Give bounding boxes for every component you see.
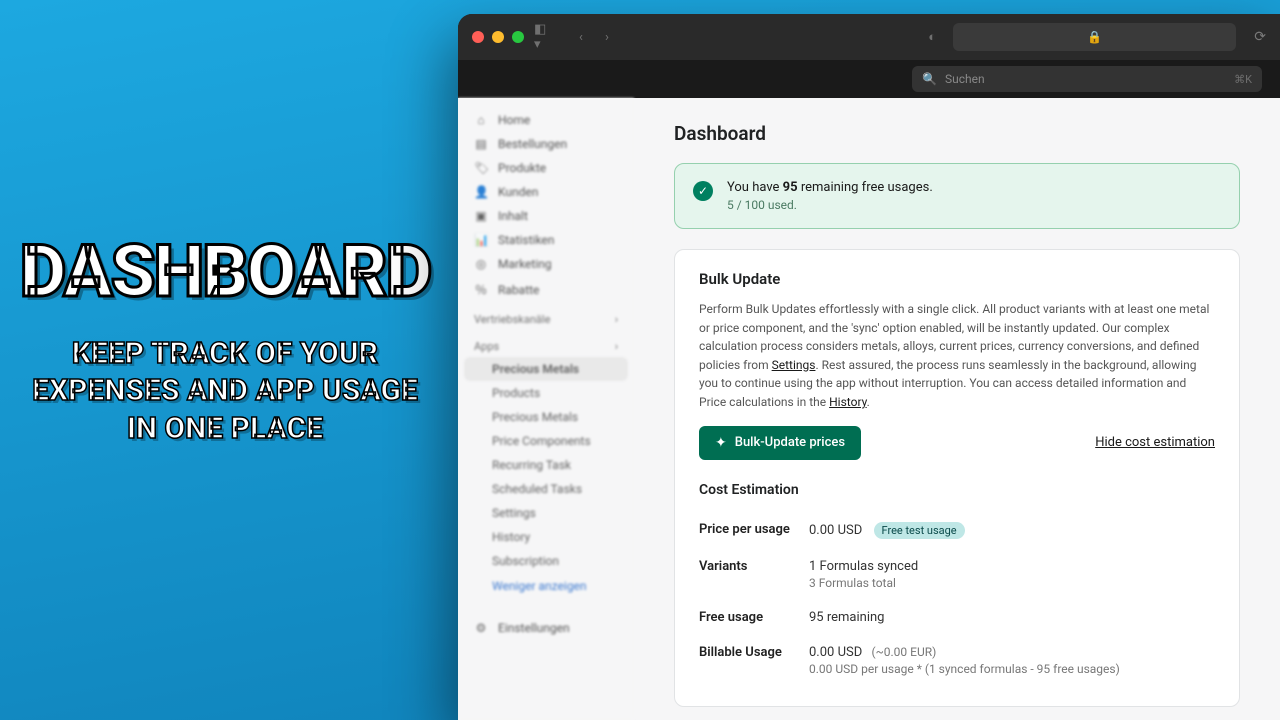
- sidebar-item-label: Inhalt: [498, 209, 528, 223]
- sidebar-item-label: Kunden: [498, 185, 538, 199]
- hide-estimation-link[interactable]: Hide cost estimation: [1095, 435, 1215, 450]
- sidebar-item-label: Home: [498, 113, 530, 127]
- section-channels[interactable]: Vertriebskanäle›: [458, 303, 634, 330]
- sidebar-item[interactable]: 👤 Kunden: [458, 180, 634, 204]
- url-bar[interactable]: 🔒: [953, 23, 1236, 51]
- sidebar-item-label: Bestellungen: [498, 137, 567, 151]
- app-nav-item[interactable]: Scheduled Tasks: [458, 477, 634, 501]
- search-icon: 🔍: [922, 72, 937, 86]
- sidebar-item-label: Marketing: [498, 257, 552, 271]
- promo-overlay: DASHBOARD KEEP TRACK OF YOUR EXPENSES AN…: [15, 240, 435, 447]
- forward-icon[interactable]: ›: [596, 29, 618, 45]
- sidebar-item[interactable]: ▣ Inhalt: [458, 204, 634, 228]
- bulk-heading: Bulk Update: [699, 270, 1215, 288]
- app-nav-item[interactable]: Products: [458, 381, 634, 405]
- nav-icon: 🏷: [474, 161, 488, 175]
- gear-icon: ⚙: [474, 621, 488, 635]
- row-price-per-usage: Price per usage 0.00 USD Free test usage: [699, 512, 1215, 549]
- bulk-description: Perform Bulk Updates effortlessly with a…: [699, 300, 1215, 412]
- sidebar-item[interactable]: ▤ Bestellungen: [458, 132, 634, 156]
- browser-window: ◧ ▾ ‹ › ◐ 🔒 ⟳ 🔍 Suchen ⌘K ⌂ Home ▤ Bestellu…: [458, 14, 1280, 720]
- sparkle-icon: ✦: [715, 435, 727, 451]
- back-icon[interactable]: ‹: [570, 29, 592, 45]
- row-billable-usage: Billable Usage 0.00 USD (~0.00 EUR) 0.00…: [699, 635, 1215, 686]
- history-link[interactable]: History: [829, 395, 867, 409]
- maximize-icon[interactable]: [512, 31, 524, 43]
- promo-title: DASHBOARD: [15, 240, 435, 305]
- bulk-update-card: Bulk Update Perform Bulk Updates effortl…: [674, 249, 1240, 707]
- app-nav-item[interactable]: History: [458, 525, 634, 549]
- cost-heading: Cost Estimation: [699, 482, 1215, 498]
- browser-titlebar: ◧ ▾ ‹ › ◐ 🔒 ⟳: [458, 14, 1280, 60]
- free-usage-badge: Free test usage: [874, 522, 965, 539]
- app-nav-item[interactable]: Recurring Task: [458, 453, 634, 477]
- search-shortcut: ⌘K: [1234, 73, 1252, 86]
- section-apps[interactable]: Apps›: [458, 330, 634, 357]
- app-nav-item[interactable]: Settings: [458, 501, 634, 525]
- sidebar-item-label: Statistiken: [498, 233, 554, 247]
- sidebar-item-label: Rabatte: [498, 283, 539, 297]
- show-less-link[interactable]: Weniger anzeigen: [458, 573, 634, 598]
- minimize-icon[interactable]: [492, 31, 504, 43]
- sidebar-item-label: Produkte: [498, 161, 546, 175]
- page-title: Dashboard: [674, 122, 1240, 145]
- row-variants: Variants 1 Formulas synced 3 Formulas to…: [699, 549, 1215, 600]
- nav-icon: ▣: [474, 209, 488, 223]
- nav-icon: ▤: [474, 137, 488, 151]
- nav-icon: ◎: [474, 257, 488, 271]
- sidebar-item-label: Einstellungen: [498, 621, 570, 635]
- settings-link[interactable]: Settings: [772, 358, 816, 372]
- nav-icon: 📊: [474, 233, 488, 247]
- row-free-usage: Free usage 95 remaining: [699, 600, 1215, 635]
- banner-text: You have 95 remaining free usages.: [727, 180, 933, 195]
- reload-icon[interactable]: ⟳: [1254, 29, 1266, 45]
- sidebar-item[interactable]: ◎ Marketing: [458, 252, 634, 276]
- traffic-lights: [472, 31, 524, 43]
- sidebar-item[interactable]: 🏷 Produkte: [458, 156, 634, 180]
- nav-icon: 👤: [474, 185, 488, 199]
- sidebar-item[interactable]: ⌂ Home: [458, 108, 634, 132]
- check-icon: ✓: [693, 181, 713, 201]
- sidebar-item[interactable]: ％ Rabatte: [458, 276, 634, 303]
- chevron-right-icon: ›: [615, 340, 618, 353]
- app-header: 🔍 Suchen ⌘K: [458, 60, 1280, 98]
- app-nav-item[interactable]: Subscription: [458, 549, 634, 573]
- sidebar-toggle-icon[interactable]: ◧ ▾: [534, 29, 556, 45]
- app-nav-item[interactable]: Price Components: [458, 429, 634, 453]
- nav-icon: ⌂: [474, 113, 488, 127]
- close-icon[interactable]: [472, 31, 484, 43]
- lock-icon: 🔒: [1087, 30, 1102, 44]
- chevron-right-icon: ›: [615, 313, 618, 326]
- shield-icon[interactable]: ◐: [921, 29, 943, 45]
- success-banner: ✓ You have 95 remaining free usages. 5 /…: [674, 163, 1240, 229]
- main-content: Dashboard ✓ You have 95 remaining free u…: [634, 98, 1280, 720]
- sidebar-item[interactable]: 📊 Statistiken: [458, 228, 634, 252]
- bulk-update-button[interactable]: ✦ Bulk-Update prices: [699, 426, 861, 460]
- sidebar: ⌂ Home ▤ Bestellungen 🏷 Produkte 👤 Kunden ▣ Inhal…: [458, 98, 634, 720]
- promo-subtitle: KEEP TRACK OF YOUR EXPENSES AND APP USAG…: [15, 335, 435, 448]
- app-nav-item[interactable]: Precious Metals: [458, 405, 634, 429]
- search-input[interactable]: 🔍 Suchen ⌘K: [912, 66, 1262, 92]
- nav-icon: ％: [474, 281, 488, 298]
- banner-sub: 5 / 100 used.: [727, 198, 933, 212]
- sidebar-settings[interactable]: ⚙ Einstellungen: [458, 616, 634, 640]
- app-nav-item[interactable]: Precious Metals: [464, 357, 628, 381]
- search-placeholder: Suchen: [945, 72, 985, 86]
